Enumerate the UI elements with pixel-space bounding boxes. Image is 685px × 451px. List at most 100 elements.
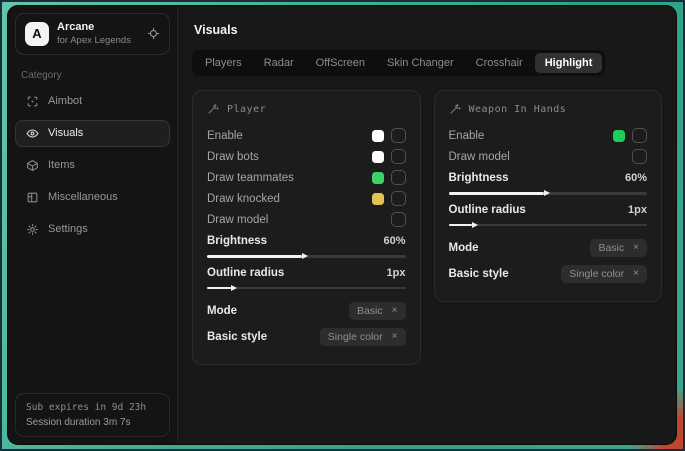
box-icon — [26, 159, 39, 172]
slider-value: 60% — [625, 172, 647, 184]
slider-label: Outline radius — [207, 267, 284, 279]
slider-fill — [449, 192, 544, 195]
panel-player: PlayerEnableDraw botsDraw teammatesDraw … — [192, 90, 421, 365]
setting-label: Enable — [207, 130, 243, 142]
sidebar-item-miscellaneous[interactable]: Miscellaneous — [15, 184, 170, 211]
setting-controls — [372, 191, 406, 206]
tab-offscreen[interactable]: OffScreen — [306, 53, 375, 73]
checkbox-draw-knocked[interactable] — [391, 191, 406, 206]
sidebar-item-label: Visuals — [48, 127, 83, 139]
slider-outline-radius: Outline radius1px — [449, 204, 648, 227]
chip-basic[interactable]: Basic× — [590, 239, 647, 257]
sidebar-item-label: Settings — [48, 223, 88, 235]
main-area: Visuals PlayersRadarOffScreenSkin Change… — [178, 6, 676, 444]
page-title: Visuals — [194, 23, 662, 37]
chip-remove-icon[interactable]: × — [392, 306, 398, 316]
setting-row-basic-style: Basic style Single color × — [449, 261, 648, 287]
slider-thumb[interactable] — [231, 285, 237, 291]
slider-value: 1px — [628, 204, 647, 216]
slider-fill — [207, 287, 231, 290]
subscription-card: Sub expires in 9d 23h Session duration 3… — [15, 393, 170, 437]
slider-track-outline-radius[interactable] — [207, 287, 406, 290]
slider-track-outline-radius[interactable] — [449, 224, 648, 227]
setting-label: Draw model — [207, 214, 268, 226]
sub-expires-text: Sub expires in 9d 23h — [26, 402, 159, 413]
setting-row-draw-knocked: Draw knocked — [207, 188, 406, 209]
eye-icon — [26, 127, 39, 140]
setting-label: Mode — [207, 305, 237, 317]
setting-controls — [372, 170, 406, 185]
sidebar-item-label: Aimbot — [48, 95, 82, 107]
chip-single-color[interactable]: Single color × — [561, 265, 647, 283]
sidebar-item-aimbot[interactable]: Aimbot — [15, 88, 170, 115]
app-logo: A — [25, 22, 49, 46]
brand-card: A Arcane for Apex Legends — [15, 13, 170, 55]
slider-head: Brightness60% — [449, 172, 648, 184]
category-label: Category — [21, 70, 164, 81]
session-duration-text: Session duration 3m 7s — [26, 417, 159, 428]
setting-label: Basic style — [449, 268, 509, 280]
slider-value: 1px — [387, 267, 406, 279]
setting-row-enable: Enable — [207, 125, 406, 146]
chip-basic[interactable]: Basic × — [349, 302, 406, 320]
checkbox-enable[interactable] — [391, 128, 406, 143]
color-swatch[interactable] — [372, 130, 384, 142]
setting-row-enable: Enable — [449, 125, 648, 146]
sidebar-item-settings[interactable]: Settings — [15, 216, 170, 243]
color-swatch[interactable] — [613, 130, 625, 142]
slider-brightness: Brightness60% — [207, 235, 406, 258]
checkbox-draw-model[interactable] — [391, 212, 406, 227]
tab-bar: PlayersRadarOffScreenSkin ChangerCrossha… — [192, 50, 605, 76]
tab-radar[interactable]: Radar — [254, 53, 304, 73]
setting-label: Draw bots — [207, 151, 259, 163]
desktop-background: A Arcane for Apex Legends Category Aimbo… — [0, 0, 685, 451]
slider-track-brightness[interactable] — [207, 255, 406, 258]
target-icon[interactable] — [147, 27, 160, 40]
setting-controls — [391, 212, 406, 227]
setting-label: Enable — [449, 130, 485, 142]
chip-text: Single color — [328, 331, 383, 343]
color-swatch[interactable] — [372, 193, 384, 205]
sidebar: A Arcane for Apex Legends Category Aimbo… — [8, 6, 178, 444]
chip-remove-icon[interactable]: × — [633, 243, 639, 253]
color-swatch[interactable] — [372, 151, 384, 163]
setting-row-basic-style: Basic style Single color × — [207, 324, 406, 350]
sidebar-nav: Aimbot Visuals Items Miscellaneous Settings — [15, 88, 170, 243]
sidebar-item-label: Miscellaneous — [48, 191, 118, 203]
chip-remove-icon[interactable]: × — [392, 332, 398, 342]
slider-value: 60% — [383, 235, 405, 247]
checkbox-draw-teammates[interactable] — [391, 170, 406, 185]
checkbox-draw-bots[interactable] — [391, 149, 406, 164]
app-window: A Arcane for Apex Legends Category Aimbo… — [8, 6, 676, 444]
panel-weapon-in-hands: Weapon In Hands Enable Draw model Brightnes… — [434, 90, 663, 302]
slider-outline-radius: Outline radius 1px — [207, 267, 406, 290]
checkbox-draw-model[interactable] — [632, 149, 647, 164]
sidebar-item-visuals[interactable]: Visuals — [15, 120, 170, 147]
sidebar-item-items[interactable]: Items — [15, 152, 170, 179]
panel-header: Player — [207, 103, 406, 115]
chip-text: Single color — [569, 268, 624, 280]
setting-label: Draw model — [449, 151, 510, 163]
tab-crosshair[interactable]: Crosshair — [466, 53, 533, 73]
slider-thumb[interactable] — [302, 253, 308, 259]
panel-title: Player — [227, 104, 266, 115]
setting-row-mode: Mode Basic× — [449, 235, 648, 261]
chip-single-color[interactable]: Single color × — [320, 328, 406, 346]
slider-thumb[interactable] — [472, 222, 478, 228]
tab-highlight[interactable]: Highlight — [535, 53, 603, 73]
checkbox-enable[interactable] — [632, 128, 647, 143]
chip-remove-icon[interactable]: × — [633, 269, 639, 279]
wand-icon — [207, 103, 219, 115]
color-swatch[interactable] — [372, 172, 384, 184]
setting-label: Mode — [449, 242, 479, 254]
tab-skin-changer[interactable]: Skin Changer — [377, 53, 464, 73]
app-name: Arcane — [57, 21, 131, 35]
setting-label: Basic style — [207, 331, 267, 343]
tab-players[interactable]: Players — [195, 53, 252, 73]
setting-controls — [613, 128, 647, 143]
panel-title: Weapon In Hands — [469, 104, 567, 115]
chip-text: Basic — [357, 305, 383, 317]
slider-fill — [207, 255, 302, 258]
slider-thumb[interactable] — [544, 190, 550, 196]
slider-track-brightness[interactable] — [449, 192, 648, 195]
